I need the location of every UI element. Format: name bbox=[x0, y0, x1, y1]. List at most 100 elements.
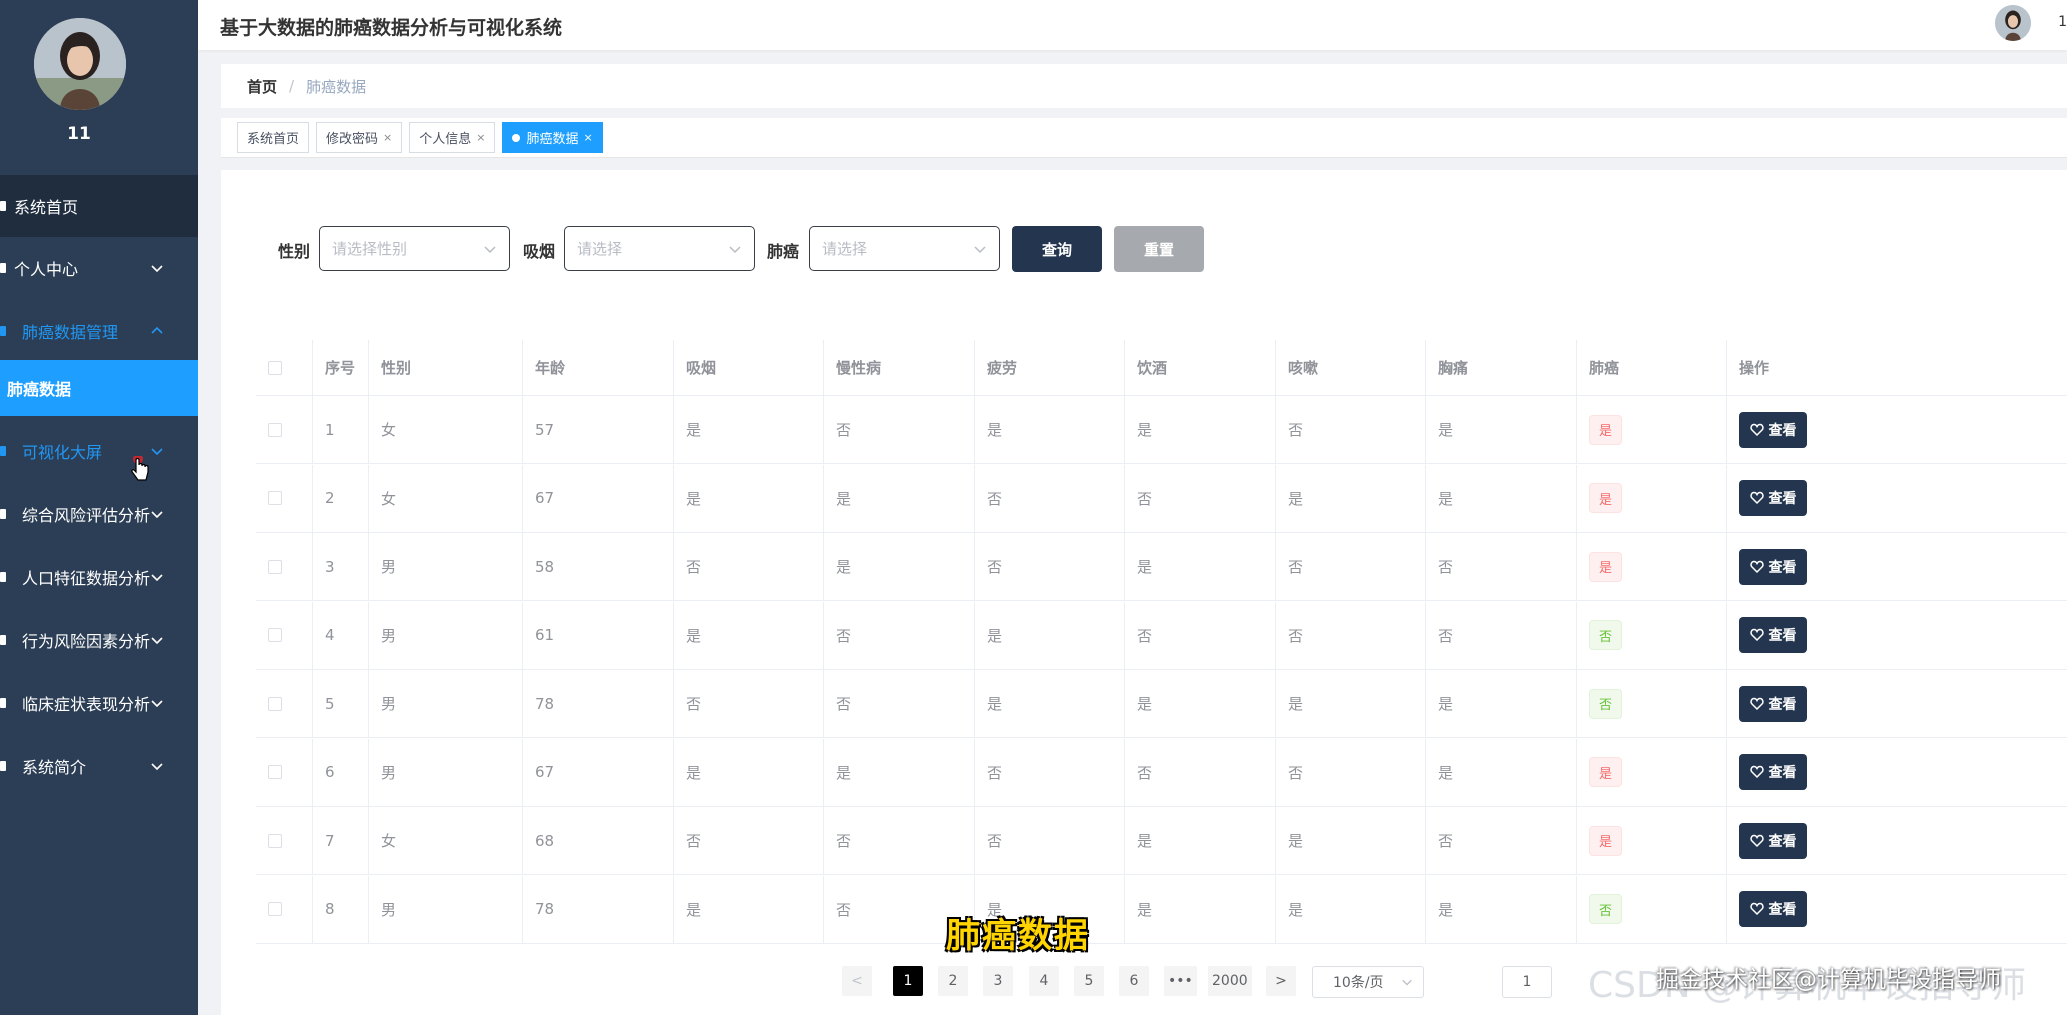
table-cell: 是 bbox=[673, 396, 823, 463]
close-icon[interactable]: × bbox=[476, 131, 485, 144]
page-number-2[interactable]: 2 bbox=[938, 966, 968, 996]
row-checkbox[interactable] bbox=[268, 491, 282, 505]
header-avatar[interactable] bbox=[1995, 5, 2031, 41]
sidebar-item-1[interactable]: 个人中心 bbox=[0, 237, 198, 299]
header-username[interactable]: 1 bbox=[2058, 14, 2067, 30]
breadcrumb-home[interactable]: 首页 bbox=[247, 76, 277, 97]
table-cell: 否 bbox=[823, 670, 974, 737]
lung-cancer-tag: 否 bbox=[1589, 620, 1623, 650]
column-header: 操作 bbox=[1726, 340, 2067, 395]
view-button[interactable]: 查看 bbox=[1739, 480, 1807, 516]
view-button-label: 查看 bbox=[1768, 833, 1797, 850]
row-checkbox[interactable] bbox=[268, 765, 282, 779]
table-cell: 4 bbox=[312, 601, 368, 669]
action-cell: 查看 bbox=[1726, 533, 2067, 600]
action-cell: 查看 bbox=[1726, 670, 2067, 737]
row-checkbox[interactable] bbox=[268, 902, 282, 916]
menu-square-icon bbox=[0, 509, 6, 519]
table-cell: 57 bbox=[522, 396, 673, 463]
tab-label: 个人信息 bbox=[419, 132, 472, 147]
table-cell: 是 bbox=[823, 533, 974, 600]
sidebar-item-7[interactable]: 行为风险因素分析 bbox=[0, 609, 198, 671]
view-button[interactable]: 查看 bbox=[1739, 822, 1807, 859]
menu-square-icon bbox=[0, 446, 6, 456]
column-header: 慢性病 bbox=[823, 340, 974, 395]
sidebar-item-4[interactable]: 可视化大屏 bbox=[0, 420, 198, 482]
gender-select[interactable]: 请选择性别 bbox=[319, 226, 510, 271]
view-button[interactable]: 查看 bbox=[1739, 891, 1807, 927]
column-header: 吸烟 bbox=[673, 340, 823, 395]
menu-square-icon bbox=[0, 635, 6, 645]
table-cell: 是 bbox=[1576, 533, 1726, 600]
menu-item-icon bbox=[0, 698, 22, 708]
tab-0[interactable]: 系统首页 bbox=[237, 122, 310, 153]
sidebar-item-6[interactable]: 人口特征数据分析 bbox=[0, 546, 198, 608]
action-cell: 查看 bbox=[1726, 464, 2067, 532]
table-cell: 6 bbox=[312, 738, 368, 806]
reset-button[interactable]: 重置 bbox=[1114, 226, 1204, 272]
lung-cancer-select[interactable]: 请选择 bbox=[809, 226, 1000, 271]
sidebar-item-3[interactable]: 肺癌数据 bbox=[0, 360, 198, 416]
page-number-3[interactable]: 3 bbox=[983, 966, 1013, 996]
view-button[interactable]: 查看 bbox=[1739, 685, 1807, 722]
lung-cancer-tag: 是 bbox=[1589, 483, 1623, 513]
view-button[interactable]: 查看 bbox=[1739, 617, 1807, 653]
gender-filter-label: 性别 bbox=[278, 242, 311, 261]
row-checkbox[interactable] bbox=[268, 628, 282, 642]
table-cell: 78 bbox=[522, 670, 673, 737]
page-jump-input[interactable]: 1 bbox=[1502, 966, 1552, 998]
table-cell: 否 bbox=[1425, 533, 1576, 600]
select-all-checkbox[interactable] bbox=[268, 360, 282, 375]
table-cell: 否 bbox=[1425, 807, 1576, 874]
page-number-last[interactable]: 2000 bbox=[1208, 966, 1252, 996]
breadcrumb: 首页 / 肺癌数据 bbox=[221, 64, 2067, 108]
sidebar-item-8[interactable]: 临床症状表现分析 bbox=[0, 672, 198, 734]
view-button[interactable]: 查看 bbox=[1739, 754, 1807, 790]
page-number-4[interactable]: 4 bbox=[1029, 966, 1059, 996]
table-cell: 1 bbox=[312, 396, 368, 463]
sidebar-item-5[interactable]: 综合风险评估分析 bbox=[0, 483, 198, 545]
table-cell: 是 bbox=[1275, 875, 1425, 943]
tab-2[interactable]: 个人信息 × bbox=[409, 122, 496, 153]
prev-page-button[interactable]: < bbox=[842, 966, 872, 996]
table-cell: 是 bbox=[1275, 670, 1425, 737]
page-number-1[interactable]: 1 bbox=[893, 966, 923, 996]
table-cell: 否 bbox=[974, 807, 1124, 874]
row-checkbox[interactable] bbox=[268, 696, 282, 711]
breadcrumb-separator: / bbox=[289, 77, 295, 95]
row-checkbox-cell bbox=[256, 739, 312, 806]
close-icon[interactable]: × bbox=[383, 131, 392, 144]
table-cell: 否 bbox=[1576, 875, 1726, 943]
sidebar-item-0[interactable]: 系统首页 bbox=[0, 175, 198, 237]
table-cell: 3 bbox=[312, 533, 368, 600]
heart-icon bbox=[1749, 423, 1764, 436]
view-button[interactable]: 查看 bbox=[1739, 548, 1807, 585]
table-header-row: 序号 性别 年龄 吸烟 慢性病 疲劳 饮酒 咳嗽 胸痛 肺癌 操作 bbox=[256, 340, 2067, 396]
row-checkbox[interactable] bbox=[268, 833, 282, 848]
sidebar-item-2[interactable]: 肺癌数据管理 bbox=[0, 300, 198, 362]
page-number-6[interactable]: 6 bbox=[1119, 966, 1149, 996]
next-page-button[interactable]: > bbox=[1266, 966, 1296, 996]
query-button[interactable]: 查询 bbox=[1012, 226, 1102, 272]
smoking-select[interactable]: 请选择 bbox=[564, 226, 755, 271]
view-button[interactable]: 查看 bbox=[1739, 411, 1807, 448]
row-checkbox[interactable] bbox=[268, 422, 282, 437]
active-dot-icon bbox=[512, 133, 521, 142]
table-cell: 是 bbox=[1576, 464, 1726, 532]
tab-3[interactable]: 肺癌数据 × bbox=[502, 122, 603, 153]
tab-1[interactable]: 修改密码 × bbox=[316, 122, 403, 153]
action-cell: 查看 bbox=[1726, 601, 2067, 669]
table-cell: 男 bbox=[368, 875, 522, 943]
table-cell: 2 bbox=[312, 464, 368, 532]
close-icon[interactable]: × bbox=[584, 131, 593, 144]
page-size-select[interactable]: 10条/页 bbox=[1312, 966, 1424, 998]
user-avatar[interactable] bbox=[34, 18, 126, 110]
page-ellipsis[interactable]: ••• bbox=[1164, 966, 1197, 996]
sidebar-item-9[interactable]: 系统简介 bbox=[0, 735, 198, 797]
heart-icon bbox=[1749, 765, 1764, 779]
sidebar-item-label: 人口特征数据分析 bbox=[22, 569, 151, 588]
menu-square-icon bbox=[0, 263, 6, 273]
page-number-5[interactable]: 5 bbox=[1074, 966, 1104, 996]
menu-square-icon bbox=[0, 326, 6, 336]
row-checkbox[interactable] bbox=[268, 559, 282, 574]
